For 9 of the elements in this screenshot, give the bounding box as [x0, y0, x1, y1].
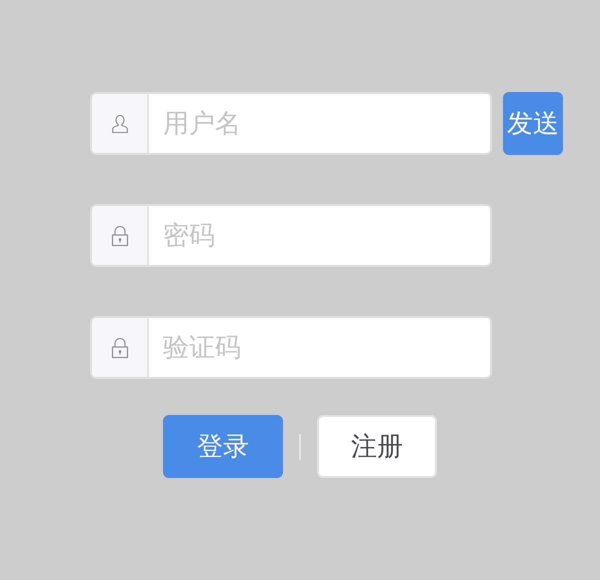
register-button[interactable]: 注册 — [317, 415, 437, 478]
user-icon — [110, 114, 128, 134]
lock-icon — [110, 224, 128, 246]
input-field[interactable]: 用户名 — [149, 92, 492, 155]
input-field[interactable]: 密码 — [149, 204, 492, 267]
input-field[interactable]: 验证码 — [149, 316, 492, 379]
send-button[interactable]: 发送 — [503, 92, 563, 155]
lock-icon — [110, 336, 128, 358]
login-button[interactable]: 登录 — [163, 415, 283, 478]
